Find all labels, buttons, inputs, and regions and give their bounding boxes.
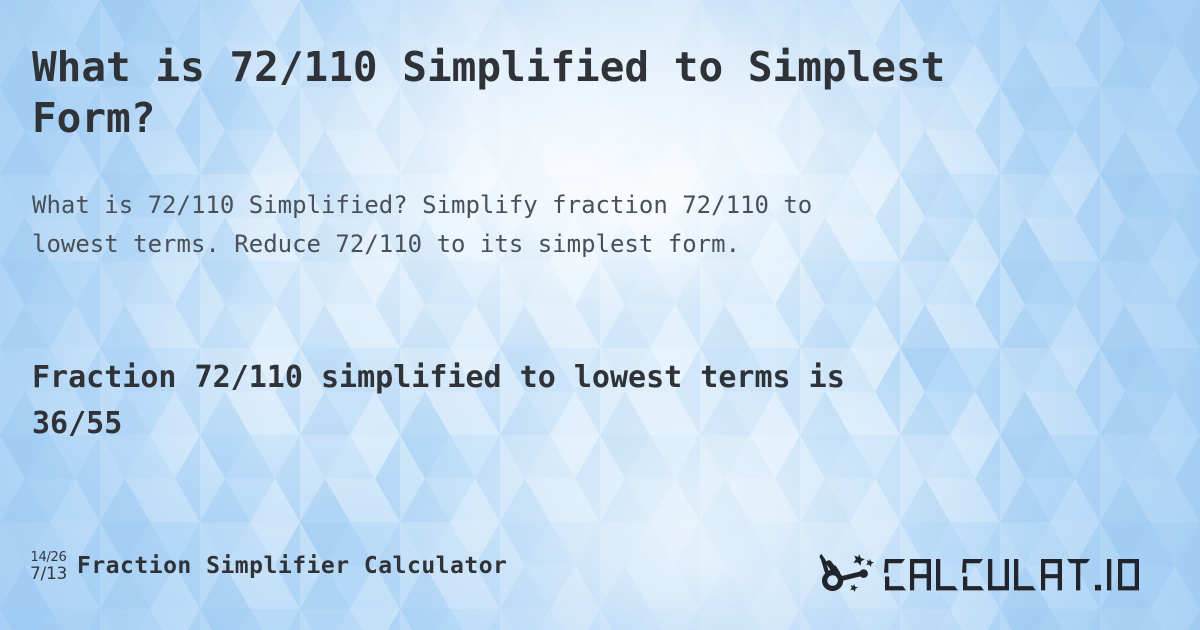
page-subtitle-line-1: What is 72/110 Simplified? Simplify frac… xyxy=(32,191,813,219)
result-statement: Fraction 72/110 simplified to lowest ter… xyxy=(32,355,1162,447)
fraction-simplify-icon: 14/26 7/13 xyxy=(30,549,67,583)
page-subtitle-line-2: lowest terms. Reduce 72/110 to its simpl… xyxy=(32,230,741,258)
magic-wand-hand-icon xyxy=(819,554,874,592)
footer-tool-name: Fraction Simplifier Calculator xyxy=(76,553,508,579)
calculatio-lcd-text xyxy=(884,559,1139,591)
page-title-line-2: Form? xyxy=(32,94,156,142)
page-title-line-1: What is 72/110 Simplified to Simplest xyxy=(32,43,946,91)
footer: 14/26 7/13 Fraction Simplifier Calculato… xyxy=(0,545,1200,615)
fraction-simplify-icon-bottom: 7/13 xyxy=(30,564,67,584)
page-subtitle: What is 72/110 Simplified? Simplify frac… xyxy=(32,186,1132,264)
page-container: What is 72/110 Simplified to Simplest Fo… xyxy=(0,0,1200,630)
result-line-1: Fraction 72/110 simplified to lowest ter… xyxy=(32,360,845,395)
brand-wordmark xyxy=(882,555,1182,595)
fraction-simplify-icon-top: 14/26 xyxy=(30,550,67,565)
site-logo[interactable] xyxy=(818,545,1182,605)
page-title: What is 72/110 Simplified to Simplest Fo… xyxy=(32,42,1172,144)
result-line-2: 36/55 xyxy=(32,406,123,441)
footer-brand-left: 14/26 7/13 Fraction Simplifier Calculato… xyxy=(30,549,507,583)
